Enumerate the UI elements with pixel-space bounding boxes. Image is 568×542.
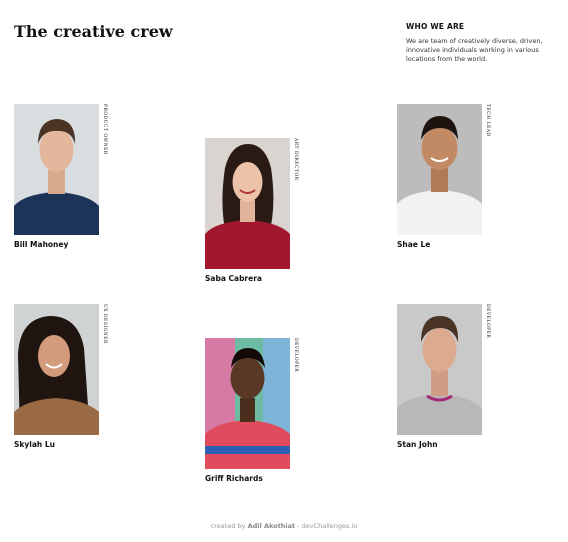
member-name: Saba Cabrera	[205, 274, 262, 283]
member-photo	[205, 338, 290, 469]
footer-prefix: created by	[210, 522, 246, 530]
member-photo	[397, 104, 482, 235]
page-title: The creative crew	[14, 22, 173, 41]
member-role: UX DESIGNER	[102, 304, 107, 344]
member-name: Bill Mahoney	[14, 240, 69, 249]
about-section: WHO WE ARE We are team of creatively div…	[406, 22, 556, 64]
footer: created by Adil Akothiat - devChallenges…	[0, 522, 568, 530]
member-role: TECH LEAD	[485, 104, 490, 137]
member-name: Griff Richards	[205, 474, 263, 483]
team-member-card: UX DESIGNER Skylah Lu	[14, 304, 114, 449]
member-name: Skylah Lu	[14, 440, 55, 449]
member-role: PRODUCT OWNER	[102, 104, 107, 155]
member-role: DEVELOPER	[293, 338, 298, 373]
footer-suffix: - devChallenges.io	[297, 522, 358, 530]
member-photo	[14, 104, 99, 235]
footer-author-link[interactable]: Adil Akothiat	[248, 522, 296, 530]
member-role: DEVELOPER	[485, 304, 490, 339]
team-member-card: PRODUCT OWNER Bill Mahoney	[14, 104, 114, 249]
member-name: Shae Le	[397, 240, 431, 249]
team-member-card: DEVELOPER Griff Richards	[205, 338, 305, 483]
member-photo	[14, 304, 99, 435]
team-member-card: TECH LEAD Shae Le	[397, 104, 497, 249]
about-text: We are team of creatively diverse, drive…	[406, 37, 543, 63]
member-photo	[205, 138, 290, 269]
member-photo	[397, 304, 482, 435]
team-member-card: ART DIRECTOR Saba Cabrera	[205, 138, 305, 283]
team-member-card: DEVELOPER Stan John	[397, 304, 497, 449]
about-heading: WHO WE ARE	[406, 22, 465, 31]
member-role: ART DIRECTOR	[293, 138, 298, 181]
member-name: Stan John	[397, 440, 438, 449]
